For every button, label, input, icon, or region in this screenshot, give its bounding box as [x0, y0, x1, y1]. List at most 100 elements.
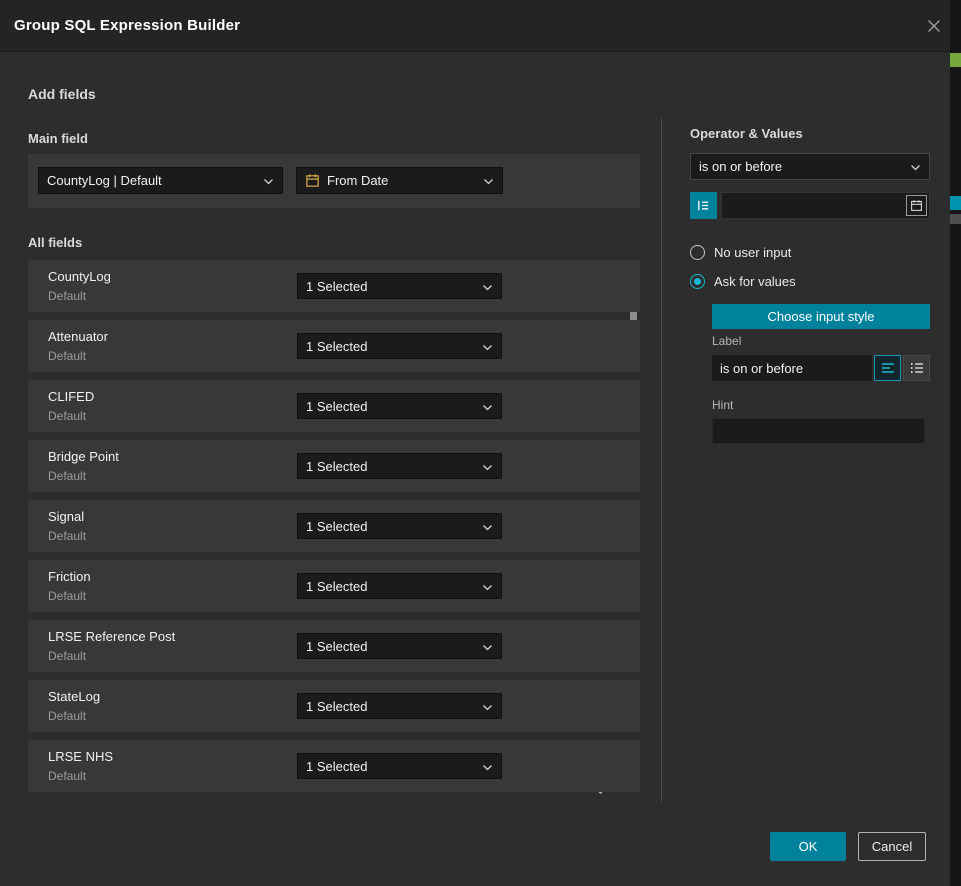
- unique-values-button[interactable]: [690, 192, 717, 219]
- operator-select-value: is on or before: [699, 159, 782, 174]
- field-row: Bridge Point Default 1 Selected: [28, 440, 640, 492]
- edge-gray-block: [950, 214, 961, 224]
- field-values-select[interactable]: 1 Selected: [297, 573, 502, 599]
- hint-label: Hint: [712, 398, 733, 412]
- selected-count: 1 Selected: [306, 639, 367, 654]
- ok-button[interactable]: OK: [770, 832, 846, 861]
- field-subtitle: Default: [48, 349, 86, 363]
- radio-ask-for-values-label: Ask for values: [714, 274, 796, 289]
- field-subtitle: Default: [48, 529, 86, 543]
- all-fields-list: CountyLog Default 1 Selected Attenuator …: [28, 260, 640, 795]
- chevron-down-icon: [482, 519, 493, 534]
- field-subtitle: Default: [48, 769, 86, 783]
- chevron-down-icon: [910, 159, 921, 174]
- all-fields-heading: All fields: [28, 235, 82, 250]
- selected-count: 1 Selected: [306, 459, 367, 474]
- selected-count: 1 Selected: [306, 399, 367, 414]
- chevron-down-icon: [482, 399, 493, 414]
- selected-count: 1 Selected: [306, 279, 367, 294]
- main-field-panel: CountyLog | Default From Date: [28, 154, 640, 208]
- radio-circle-selected-icon: [690, 274, 705, 289]
- field-name: CLIFED: [48, 389, 94, 404]
- field-row: CLIFED Default 1 Selected: [28, 380, 640, 432]
- calendar-icon: [910, 199, 923, 212]
- field-values-select[interactable]: 1 Selected: [297, 333, 502, 359]
- main-field-select[interactable]: From Date: [296, 167, 503, 194]
- main-field-select-value: From Date: [327, 173, 388, 188]
- field-subtitle: Default: [48, 649, 86, 663]
- label-label: Label: [712, 334, 741, 348]
- close-button[interactable]: [924, 16, 944, 36]
- align-left-icon: [881, 362, 895, 374]
- field-values-select[interactable]: 1 Selected: [297, 513, 502, 539]
- chevron-down-icon: [482, 459, 493, 474]
- radio-no-user-input-label: No user input: [714, 245, 791, 260]
- chevron-down-icon: [482, 339, 493, 354]
- radio-no-user-input[interactable]: No user input: [690, 245, 791, 260]
- chevron-down-icon: [482, 579, 493, 594]
- hint-input[interactable]: [712, 418, 925, 444]
- field-row: LRSE NHS Default 1 Selected: [28, 740, 640, 792]
- field-name: Bridge Point: [48, 449, 119, 464]
- field-row: StateLog Default 1 Selected: [28, 680, 640, 732]
- field-name: LRSE Reference Post: [48, 629, 175, 644]
- field-row: Attenuator Default 1 Selected: [28, 320, 640, 372]
- field-subtitle: Default: [48, 709, 86, 723]
- chevron-down-icon: [482, 759, 493, 774]
- list-input-style-toggle[interactable]: [903, 355, 930, 381]
- value-input-wrap: [721, 192, 930, 219]
- field-values-select[interactable]: 1 Selected: [297, 633, 502, 659]
- field-name: Signal: [48, 509, 84, 524]
- field-values-select[interactable]: 1 Selected: [297, 453, 502, 479]
- field-row: CountyLog Default 1 Selected: [28, 260, 640, 312]
- selected-count: 1 Selected: [306, 699, 367, 714]
- field-row: Friction Default 1 Selected: [28, 560, 640, 612]
- cancel-button[interactable]: Cancel: [858, 832, 926, 861]
- selected-count: 1 Selected: [306, 579, 367, 594]
- layer-select-value: CountyLog | Default: [47, 173, 162, 188]
- calendar-icon: [305, 173, 320, 188]
- field-name: LRSE NHS: [48, 749, 113, 764]
- field-subtitle: Default: [48, 469, 86, 483]
- radio-circle-icon: [690, 245, 705, 260]
- text-input-style-toggle[interactable]: [874, 355, 901, 381]
- field-name: StateLog: [48, 689, 100, 704]
- value-input[interactable]: [722, 193, 929, 218]
- edge-green-block: [950, 53, 961, 67]
- field-row: Signal Default 1 Selected: [28, 500, 640, 552]
- chevron-down-icon: [263, 173, 274, 188]
- field-values-select[interactable]: 1 Selected: [297, 393, 502, 419]
- selected-count: 1 Selected: [306, 759, 367, 774]
- operator-values-heading: Operator & Values: [690, 126, 803, 141]
- field-row: LRSE Reference Post Default 1 Selected: [28, 620, 640, 672]
- field-values-select[interactable]: 1 Selected: [297, 693, 502, 719]
- field-name: Attenuator: [48, 329, 108, 344]
- dialog-titlebar: Group SQL Expression Builder: [0, 0, 950, 52]
- date-picker-button[interactable]: [906, 195, 927, 216]
- chevron-down-icon: [482, 699, 493, 714]
- close-icon: [926, 18, 942, 34]
- chevron-down-icon: [483, 173, 494, 188]
- app-edge-strip: [950, 0, 961, 886]
- selected-count: 1 Selected: [306, 519, 367, 534]
- choose-input-style-label: Choose input style: [768, 309, 875, 324]
- field-subtitle: Default: [48, 589, 86, 603]
- field-subtitle: Default: [48, 289, 86, 303]
- label-input[interactable]: [712, 355, 872, 381]
- column-divider: [661, 118, 662, 802]
- field-values-select[interactable]: 1 Selected: [297, 273, 502, 299]
- add-fields-heading: Add fields: [28, 86, 96, 102]
- radio-ask-for-values[interactable]: Ask for values: [690, 274, 796, 289]
- edge-teal-block: [950, 196, 961, 210]
- choose-input-style-button[interactable]: Choose input style: [712, 304, 930, 329]
- unique-values-icon: [696, 198, 711, 213]
- field-values-select[interactable]: 1 Selected: [297, 753, 502, 779]
- field-subtitle: Default: [48, 409, 86, 423]
- layer-select[interactable]: CountyLog | Default: [38, 167, 283, 194]
- label-row: [712, 355, 930, 381]
- main-field-heading: Main field: [28, 131, 88, 146]
- chevron-down-icon: [482, 279, 493, 294]
- dialog-title: Group SQL Expression Builder: [14, 0, 240, 51]
- operator-select[interactable]: is on or before: [690, 153, 930, 180]
- field-name: CountyLog: [48, 269, 111, 284]
